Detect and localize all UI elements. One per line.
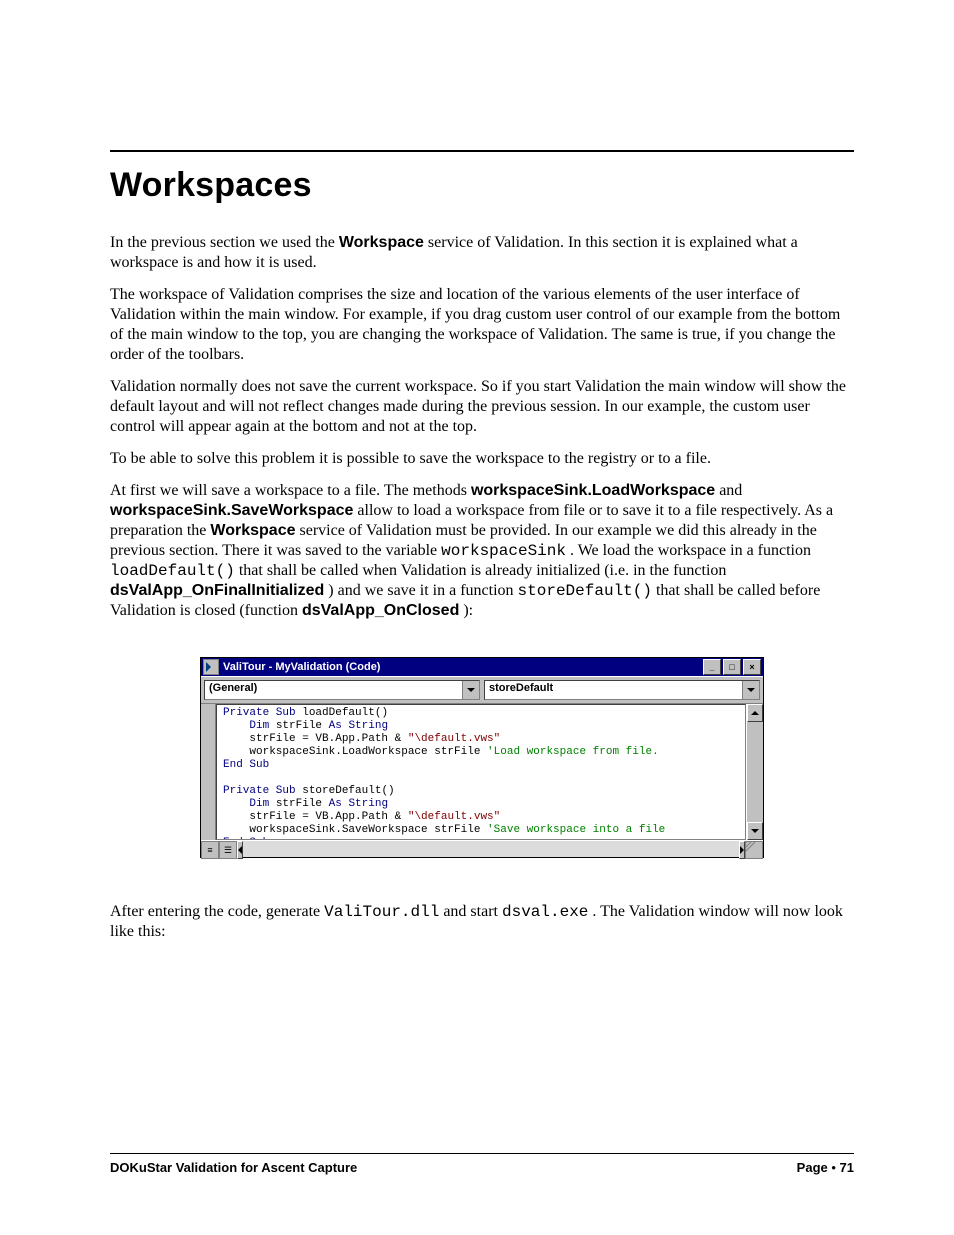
- comment: 'Save workspace into a file: [487, 824, 665, 836]
- file-valitour-dll: ValiTour.dll: [324, 903, 439, 921]
- file-dsval-exe: dsval.exe: [502, 903, 588, 921]
- code-text: strFile: [269, 798, 328, 810]
- code-text: [223, 798, 249, 810]
- code-text: [223, 720, 249, 732]
- page-label: Page: [797, 1160, 828, 1175]
- maximize-button[interactable]: □: [723, 659, 741, 675]
- procedure-view-button[interactable]: ≡: [201, 841, 219, 859]
- object-dropdown[interactable]: (General): [204, 680, 480, 700]
- keyword: As String: [329, 720, 388, 732]
- code-text: workspaceSink.SaveWorkspace strFile: [223, 824, 487, 836]
- keyword: End Sub: [223, 759, 269, 771]
- procedure-dropdown[interactable]: storeDefault: [484, 680, 760, 700]
- workspace-term: Workspace: [339, 234, 424, 251]
- text: ) and we save it in a function: [328, 582, 517, 599]
- string-literal: "\default.vws": [408, 811, 500, 823]
- method-saveworkspace: workspaceSink.SaveWorkspace: [110, 502, 353, 519]
- fn-onclosed: dsValApp_OnClosed: [302, 602, 459, 619]
- para-3: To be able to solve this problem it is p…: [110, 449, 854, 469]
- close-button[interactable]: ×: [743, 659, 761, 675]
- resize-grip-icon[interactable]: [745, 841, 763, 859]
- para-1: The workspace of Validation comprises th…: [110, 285, 854, 365]
- text: At first we will save a workspace to a f…: [110, 482, 471, 499]
- scroll-down-icon[interactable]: [747, 822, 763, 840]
- horizontal-scrollbar[interactable]: [237, 841, 745, 857]
- code-text: loadDefault(): [296, 707, 388, 719]
- text: After entering the code, generate: [110, 903, 324, 920]
- keyword: Dim: [249, 720, 269, 732]
- bullet-icon: •: [828, 1160, 840, 1175]
- code-text: storeDefault(): [296, 785, 395, 797]
- page-footer: DOKuStar Validation for Ascent Capture P…: [110, 1153, 854, 1175]
- text: and start: [443, 903, 502, 920]
- code-text: strFile = VB.App.Path &: [223, 733, 408, 745]
- para-2: Validation normally does not save the cu…: [110, 377, 854, 437]
- method-loadworkspace: workspaceSink.LoadWorkspace: [471, 482, 715, 499]
- fn-onfinalinitialized: dsValApp_OnFinalInitialized: [110, 582, 324, 599]
- code-text: workspaceSink.LoadWorkspace strFile: [223, 746, 487, 758]
- procedure-dropdown-value: storeDefault: [485, 681, 742, 699]
- scroll-up-icon[interactable]: [747, 704, 763, 722]
- full-module-view-button[interactable]: ☰: [219, 841, 237, 859]
- keyword: As String: [329, 798, 388, 810]
- code-editor-window: ValiTour - MyValidation (Code) _ □ × (Ge…: [200, 657, 764, 858]
- code-text: strFile = VB.App.Path &: [223, 811, 408, 823]
- page-number: 71: [840, 1160, 854, 1175]
- text: . We load the workspace in a function: [570, 542, 811, 559]
- minimize-button[interactable]: _: [703, 659, 721, 675]
- keyword: End Sub: [223, 837, 269, 840]
- text: that shall be called when Validation is …: [239, 562, 727, 579]
- keyword: Private Sub: [223, 707, 296, 719]
- code-text-area[interactable]: Private Sub loadDefault() Dim strFile As…: [216, 704, 746, 840]
- fn-loaddefault: loadDefault(): [110, 562, 235, 580]
- text: and: [719, 482, 742, 499]
- footer-product-name: DOKuStar Validation for Ascent Capture: [110, 1160, 357, 1175]
- para-5: After entering the code, generate ValiTo…: [110, 902, 854, 942]
- code-window-title: ValiTour - MyValidation (Code): [223, 661, 380, 673]
- code-window-titlebar[interactable]: ValiTour - MyValidation (Code) _ □ ×: [201, 658, 763, 676]
- keyword: Dim: [249, 798, 269, 810]
- text: In the previous section we used the: [110, 234, 339, 251]
- code-text: strFile: [269, 720, 328, 732]
- page-heading: Workspaces: [110, 166, 854, 205]
- keyword: Private Sub: [223, 785, 296, 797]
- chevron-down-icon[interactable]: [462, 681, 479, 699]
- comment: 'Load workspace from file.: [487, 746, 659, 758]
- var-workspacesink: workspaceSink: [441, 542, 566, 560]
- chevron-down-icon[interactable]: [742, 681, 759, 699]
- string-literal: "\default.vws": [408, 733, 500, 745]
- intro-para-0: In the previous section we used the Work…: [110, 233, 854, 273]
- workspace-term: Workspace: [210, 522, 295, 539]
- margin-indicator-bar: [201, 704, 216, 840]
- object-dropdown-value: (General): [205, 681, 462, 699]
- vertical-scrollbar[interactable]: [746, 704, 763, 840]
- text: ):: [463, 602, 473, 619]
- fn-storedefault: storeDefault(): [518, 582, 652, 600]
- para-4: At first we will save a workspace to a f…: [110, 481, 854, 621]
- vb-app-icon: [203, 659, 219, 675]
